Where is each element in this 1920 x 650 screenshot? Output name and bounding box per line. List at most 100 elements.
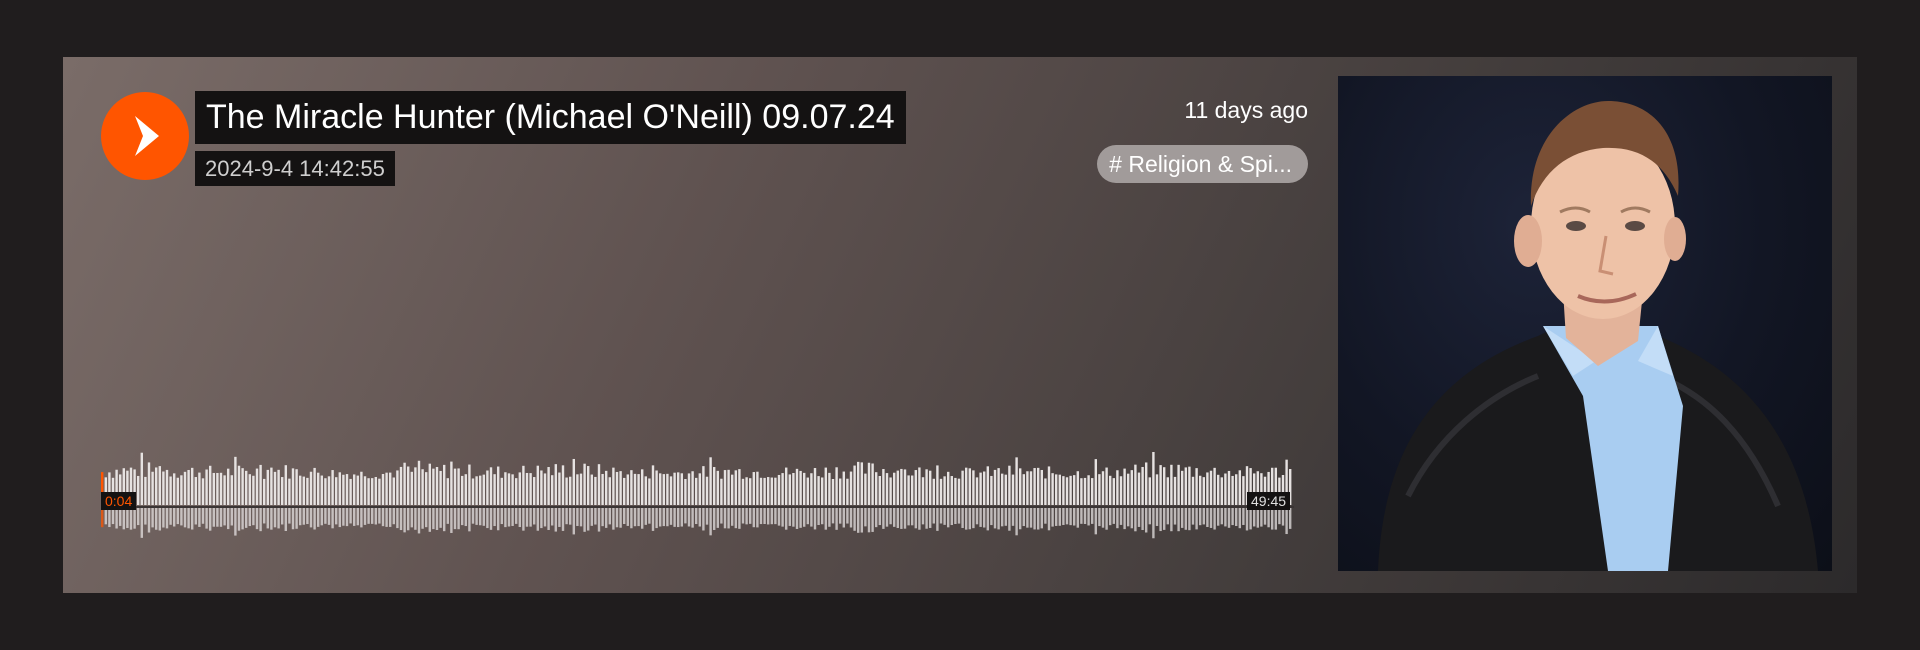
waveform-reflection-bar [705, 508, 709, 525]
waveform-bar [713, 467, 716, 505]
waveform-reflection-bar [518, 508, 521, 528]
waveform-bar [151, 471, 154, 505]
waveform-reflection-bar [1184, 508, 1187, 530]
waveform-bar [345, 474, 349, 505]
waveform-bar [263, 478, 266, 505]
waveform-reflection-bar [504, 508, 507, 528]
waveform-reflection-bar [990, 508, 993, 526]
waveform-bar [313, 467, 316, 505]
waveform-bar [785, 467, 788, 505]
waveform-reflection-bar [1137, 508, 1141, 527]
waveform-bar [810, 473, 813, 505]
waveform-reflection-bar [403, 508, 406, 533]
podcast-artwork[interactable] [1338, 76, 1832, 571]
waveform-reflection-bar [1145, 508, 1148, 533]
waveform-reflection-bar [1065, 508, 1069, 525]
waveform-bar [165, 469, 169, 505]
waveform-reflection-bar [975, 508, 979, 525]
waveform-reflection-bar [108, 508, 111, 528]
waveform-reflection-bar [713, 508, 716, 530]
waveform-bar [972, 470, 975, 505]
waveform-bar [669, 476, 673, 505]
waveform[interactable] [101, 432, 1294, 552]
waveform-bar [1166, 477, 1169, 505]
waveform-bar [579, 473, 583, 505]
waveform-bar [219, 472, 223, 505]
waveform-reflection-bar [900, 508, 903, 529]
waveform-bar [540, 470, 543, 505]
waveform-reflection-bar [522, 508, 525, 531]
waveform-bar [734, 470, 737, 505]
waveform-reflection-bar [821, 508, 824, 525]
waveform-reflection-bar [936, 508, 939, 531]
waveform-reflection-bar [597, 508, 601, 532]
waveform-reflection-bar [911, 508, 914, 526]
waveform-reflection-bar [583, 508, 586, 532]
waveform-bar [752, 472, 755, 505]
waveform-bar [277, 469, 280, 505]
waveform-reflection-bar [464, 508, 467, 527]
waveform-reflection-bar [306, 508, 309, 525]
waveform-reflection-bar [774, 508, 777, 525]
waveform-reflection-bar [277, 508, 280, 529]
waveform-bar [543, 473, 547, 505]
waveform-baseline [101, 506, 1294, 508]
play-button[interactable] [101, 92, 189, 180]
waveform-reflection-bar [435, 508, 439, 530]
genre-tag[interactable]: # Religion & Spi... [1097, 145, 1308, 183]
waveform-reflection-bar [356, 508, 359, 526]
waveform-reflection-bar [579, 508, 583, 527]
waveform-bar [687, 473, 691, 505]
waveform-bar [561, 465, 565, 505]
waveform-reflection-bar [777, 508, 781, 526]
waveform-reflection-bar [1001, 508, 1004, 527]
waveform-reflection-bar [918, 508, 921, 530]
waveform-reflection-bar [158, 508, 161, 531]
waveform-bar [1238, 470, 1241, 505]
waveform-reflection-bar [1159, 508, 1162, 532]
waveform-bar [435, 467, 439, 505]
waveform-reflection-bar [817, 508, 820, 525]
waveform-bar [191, 467, 194, 505]
waveform-reflection-bar [925, 508, 928, 529]
waveform-reflection-bar [691, 508, 694, 528]
waveform-reflection-bar [828, 508, 831, 527]
waveform-bar [745, 477, 748, 505]
waveform-bar [281, 477, 284, 505]
waveform-bar [1069, 475, 1072, 505]
waveform-bar [608, 477, 611, 505]
waveform-bar [183, 471, 187, 505]
waveform-reflection-bar [1173, 508, 1177, 525]
waveform-reflection-bar [673, 508, 676, 527]
waveform-reflection-bar [889, 508, 892, 525]
waveform-bar [961, 470, 964, 505]
waveform-reflection-bar [921, 508, 925, 525]
waveform-bar [1047, 466, 1051, 505]
waveform-bar [1040, 469, 1043, 505]
waveform-reflection-bar [709, 508, 712, 536]
waveform-reflection-bar [345, 508, 349, 527]
waveform-reflection-bar [986, 508, 989, 531]
waveform-bar [1062, 476, 1065, 505]
waveform-bar [461, 475, 464, 505]
waveform-bar [950, 476, 953, 505]
waveform-bar [831, 478, 835, 505]
waveform-bar [162, 471, 165, 505]
waveform-reflection-bar [547, 508, 550, 530]
waveform-bar [691, 471, 694, 505]
waveform-bar [587, 466, 590, 505]
waveform-reflection-bar [529, 508, 532, 527]
waveform-reflection-bar [561, 508, 565, 531]
waveform-bar [957, 478, 961, 505]
waveform-reflection-bar [133, 508, 136, 529]
waveform-bar [1051, 473, 1054, 505]
waveform-bar [943, 476, 946, 505]
waveform-reflection-bar [781, 508, 784, 527]
waveform-bar [331, 470, 334, 505]
waveform-reflection-bar [1177, 508, 1180, 532]
track-title[interactable]: The Miracle Hunter (Michael O'Neill) 09.… [195, 91, 906, 144]
waveform-bar [979, 472, 982, 505]
waveform-reflection-bar [1022, 508, 1025, 527]
waveform-bar [324, 478, 327, 505]
waveform-reflection-bar [1080, 508, 1083, 524]
